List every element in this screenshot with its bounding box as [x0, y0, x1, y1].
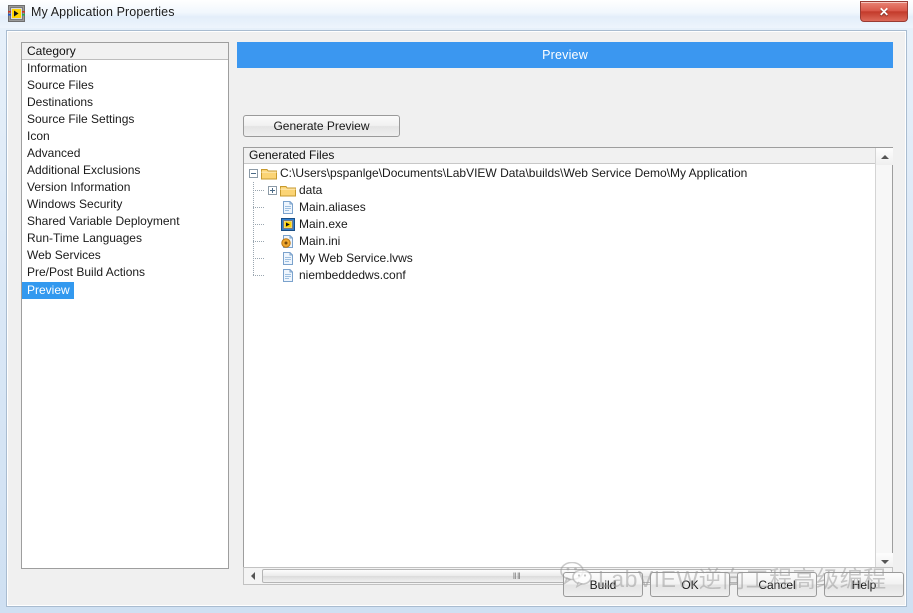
category-item-windows-security[interactable]: Windows Security [22, 196, 228, 213]
tree-guide-line [253, 190, 265, 191]
category-row[interactable]: Web Services [22, 247, 228, 264]
tree-row[interactable]: niembeddedws.conf [244, 267, 875, 284]
ok-button[interactable]: OK [650, 572, 730, 597]
category-item-icon[interactable]: Icon [22, 128, 228, 145]
file-icon [280, 251, 296, 266]
vertical-scrollbar[interactable] [875, 148, 893, 570]
tree-guide-line [253, 275, 265, 276]
tree-row[interactable]: Main.aliases [244, 199, 875, 216]
tree-guide-line [253, 182, 254, 276]
category-row[interactable]: Source File Settings [22, 111, 228, 128]
category-list-panel: Category Information Source Files Destinat… [21, 42, 229, 569]
category-item-additional-exclusions[interactable]: Additional Exclusions [22, 162, 228, 179]
folder-open-icon [261, 166, 277, 181]
category-item-source-files[interactable]: Source Files [22, 77, 228, 94]
category-row[interactable]: Information [22, 60, 228, 77]
labview-vi-icon [8, 5, 25, 22]
category-row[interactable]: Additional Exclusions [22, 162, 228, 179]
close-icon: ✕ [878, 4, 890, 19]
chevron-left-icon [251, 572, 255, 580]
title-bar: My Application Properties ✕ [0, 0, 913, 28]
cancel-button[interactable]: Cancel [737, 572, 817, 597]
category-item-shared-variable-deployment[interactable]: Shared Variable Deployment [22, 213, 228, 230]
category-item-advanced[interactable]: Advanced [22, 145, 228, 162]
collapse-minus-icon[interactable] [249, 169, 258, 178]
tree-row[interactable]: My Web Service.lvws [244, 250, 875, 267]
tree-guide-line [253, 207, 265, 208]
preview-banner-title: Preview [542, 48, 588, 62]
category-item-destinations[interactable]: Destinations [22, 94, 228, 111]
help-button[interactable]: Help [824, 572, 904, 597]
generated-files-header: Generated Files [244, 148, 876, 164]
tree-row[interactable]: Main.exe [244, 216, 875, 233]
dialog-client-area: Category Information Source Files Destinat… [6, 30, 907, 607]
category-item-source-file-settings[interactable]: Source File Settings [22, 111, 228, 128]
chevron-down-icon [880, 559, 889, 564]
category-row[interactable]: Version Information [22, 179, 228, 196]
file-icon [280, 268, 296, 283]
help-label: Help [851, 577, 877, 592]
category-item-version-information[interactable]: Version Information [22, 179, 228, 196]
category-item-run-time-languages[interactable]: Run-Time Languages [22, 230, 228, 247]
tree-guide-line [253, 224, 265, 225]
tree-guide-line [253, 258, 265, 259]
generate-preview-label: Generate Preview [273, 119, 370, 133]
tree-row[interactable]: Main.ini [244, 233, 875, 250]
category-row[interactable]: Windows Security [22, 196, 228, 213]
ok-label: OK [681, 577, 699, 592]
category-row[interactable]: Pre/Post Build Actions [22, 264, 228, 281]
category-row[interactable]: Source Files [22, 77, 228, 94]
tree-row-label: Main.exe [299, 217, 348, 231]
tree-row-label: data [299, 183, 323, 197]
folder-icon [280, 183, 296, 198]
expand-plus-icon[interactable] [268, 186, 277, 195]
tree-row-label: Main.ini [299, 234, 341, 248]
tree-row[interactable]: data [244, 182, 875, 199]
category-item-pre-post-build-actions[interactable]: Pre/Post Build Actions [22, 264, 228, 281]
category-row[interactable]: Run-Time Languages [22, 230, 228, 247]
chevron-up-icon [880, 154, 889, 159]
build-label: Build [589, 577, 617, 592]
scroll-thumb-grip-icon: ‖‖ [512, 571, 522, 581]
tree-guide-line [253, 241, 265, 242]
scroll-left-button[interactable] [245, 569, 261, 583]
category-row[interactable]: Shared Variable Deployment [22, 213, 228, 230]
tree-row[interactable]: C:\Users\pspanlge\Documents\LabVIEW Data… [244, 165, 875, 182]
file-tree[interactable]: C:\Users\pspanlge\Documents\LabVIEW Data… [244, 165, 875, 555]
application-properties-window: My Application Properties ✕ Category Inf… [0, 0, 913, 613]
category-row[interactable]: Icon [22, 128, 228, 145]
preview-banner: Preview [237, 42, 893, 68]
close-button[interactable]: ✕ [860, 1, 908, 22]
category-row[interactable]: Advanced [22, 145, 228, 162]
category-item-preview[interactable]: Preview [22, 282, 74, 299]
scroll-up-button[interactable] [876, 148, 893, 165]
cancel-label: Cancel [758, 577, 796, 592]
generate-preview-button[interactable]: Generate Preview [243, 115, 400, 137]
category-row[interactable]: Destinations [22, 94, 228, 111]
window-title: My Application Properties [31, 5, 175, 19]
tree-row-label: My Web Service.lvws [299, 251, 413, 265]
labview-exe-icon [280, 217, 296, 232]
tree-row-label: C:\Users\pspanlge\Documents\LabVIEW Data… [280, 166, 748, 180]
category-items: Information Source Files Destinations Sourc… [22, 60, 228, 299]
build-button[interactable]: Build [563, 572, 643, 597]
generated-files-panel: Generated Files C:\Users\pspanlge\Docume… [243, 147, 893, 571]
category-row[interactable]: Preview [22, 281, 228, 299]
tree-row-label: Main.aliases [299, 200, 366, 214]
category-item-information[interactable]: Information [22, 60, 228, 77]
category-header: Category [22, 43, 228, 60]
category-item-web-services[interactable]: Web Services [22, 247, 228, 264]
ini-file-icon [280, 234, 296, 249]
file-icon [280, 200, 296, 215]
tree-row-label: niembeddedws.conf [299, 268, 406, 282]
